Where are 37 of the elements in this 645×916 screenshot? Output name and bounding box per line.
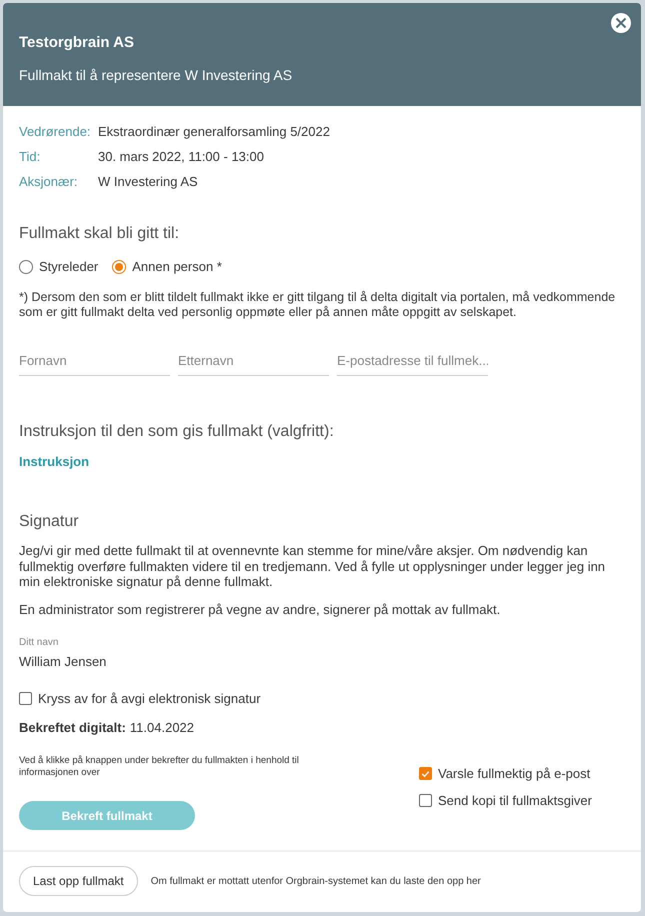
radio-option[interactable]: Styreleder	[19, 259, 98, 274]
detail-value: Ekstraordinær generalforsamling 5/2022	[98, 124, 330, 140]
checkbox[interactable]	[419, 767, 432, 780]
paragraph: En administrator som registrerer på vegne av andre, signerer på mottak av fullmakt.	[19, 602, 502, 617]
checkbox-label: Varsle fullmektig på e-post	[438, 766, 590, 781]
company-name: Testorgbrain AS	[19, 34, 136, 51]
detail-value: 30. mars 2022, 11:00 - 13:00	[98, 149, 265, 165]
checkbox-label: Kryss av for å avgi elektronisk signatur	[38, 691, 261, 706]
checkbox-label: Send kopi til fullmaktsgiver	[438, 793, 592, 808]
section-heading: Signatur	[19, 513, 80, 531]
detail-label: Aksjonær:	[19, 174, 79, 190]
confirmed-date: 11.04.2022	[130, 720, 194, 735]
detail-label: Tid:	[19, 149, 42, 165]
note-text: *) Dersom den som er blitt tildelt fullmakt ikke er gitt tilgang til å delta digitalt via portalen, må vedkommende som er gitt fullmakt delta ved personlig oppmøte eller på annen måte oppgitt av selskapet.	[19, 290, 616, 320]
confirmed-label: Bekreftet digitalt:	[19, 720, 126, 735]
section-heading: Instruksjon til den som gis fullmakt (valgfritt):	[19, 423, 335, 441]
radio-label: Styreleder	[39, 259, 98, 274]
checkbox[interactable]	[419, 794, 432, 807]
dialog-title: Fullmakt til å representere W Investering AS	[19, 67, 294, 83]
upload-button[interactable]: Last opp fullmakt	[19, 866, 138, 896]
footer-note: Om fullmakt er mottatt utenfor Orgbrain-systemet kan du laste den opp her	[150, 876, 481, 886]
name-value: William Jensen	[19, 654, 108, 669]
paragraph: Jeg/vi gir med dette fullmakt til at ovennevnte kan stemme for mine/våre aksjer. Om nødvendig kan fullmektig overføre fullmakten videre til en tredjemann. Ved å fylle ut opplysninger under legger jeg inn min elektroniske signatur på denne fullmakt.	[19, 543, 606, 590]
detail-label: Vedrørende:	[19, 124, 92, 140]
detail-value: W Investering AS	[98, 174, 199, 190]
checkbox-option[interactable]: Kryss av for å avgi elektronisk signatur	[19, 691, 625, 706]
radio-option[interactable]: Annen person *	[112, 259, 222, 274]
radio-icon[interactable]	[19, 260, 33, 274]
close-icon[interactable]	[611, 13, 631, 33]
section-heading: Fullmakt skal bli gitt til:	[19, 225, 180, 243]
checkbox[interactable]	[19, 692, 32, 705]
radio-icon[interactable]	[112, 260, 126, 274]
checkbox-option[interactable]: Varsle fullmektig på e-post	[419, 766, 625, 781]
field-label: Ditt navn	[19, 637, 60, 648]
checkbox-option[interactable]: Send kopi til fullmaktsgiver	[419, 793, 625, 808]
radio-label: Annen person *	[132, 259, 222, 274]
confirm-note: Ved å klikke på knappen under bekrefter du fullmakten i henhold til informasjonen over	[19, 755, 300, 779]
